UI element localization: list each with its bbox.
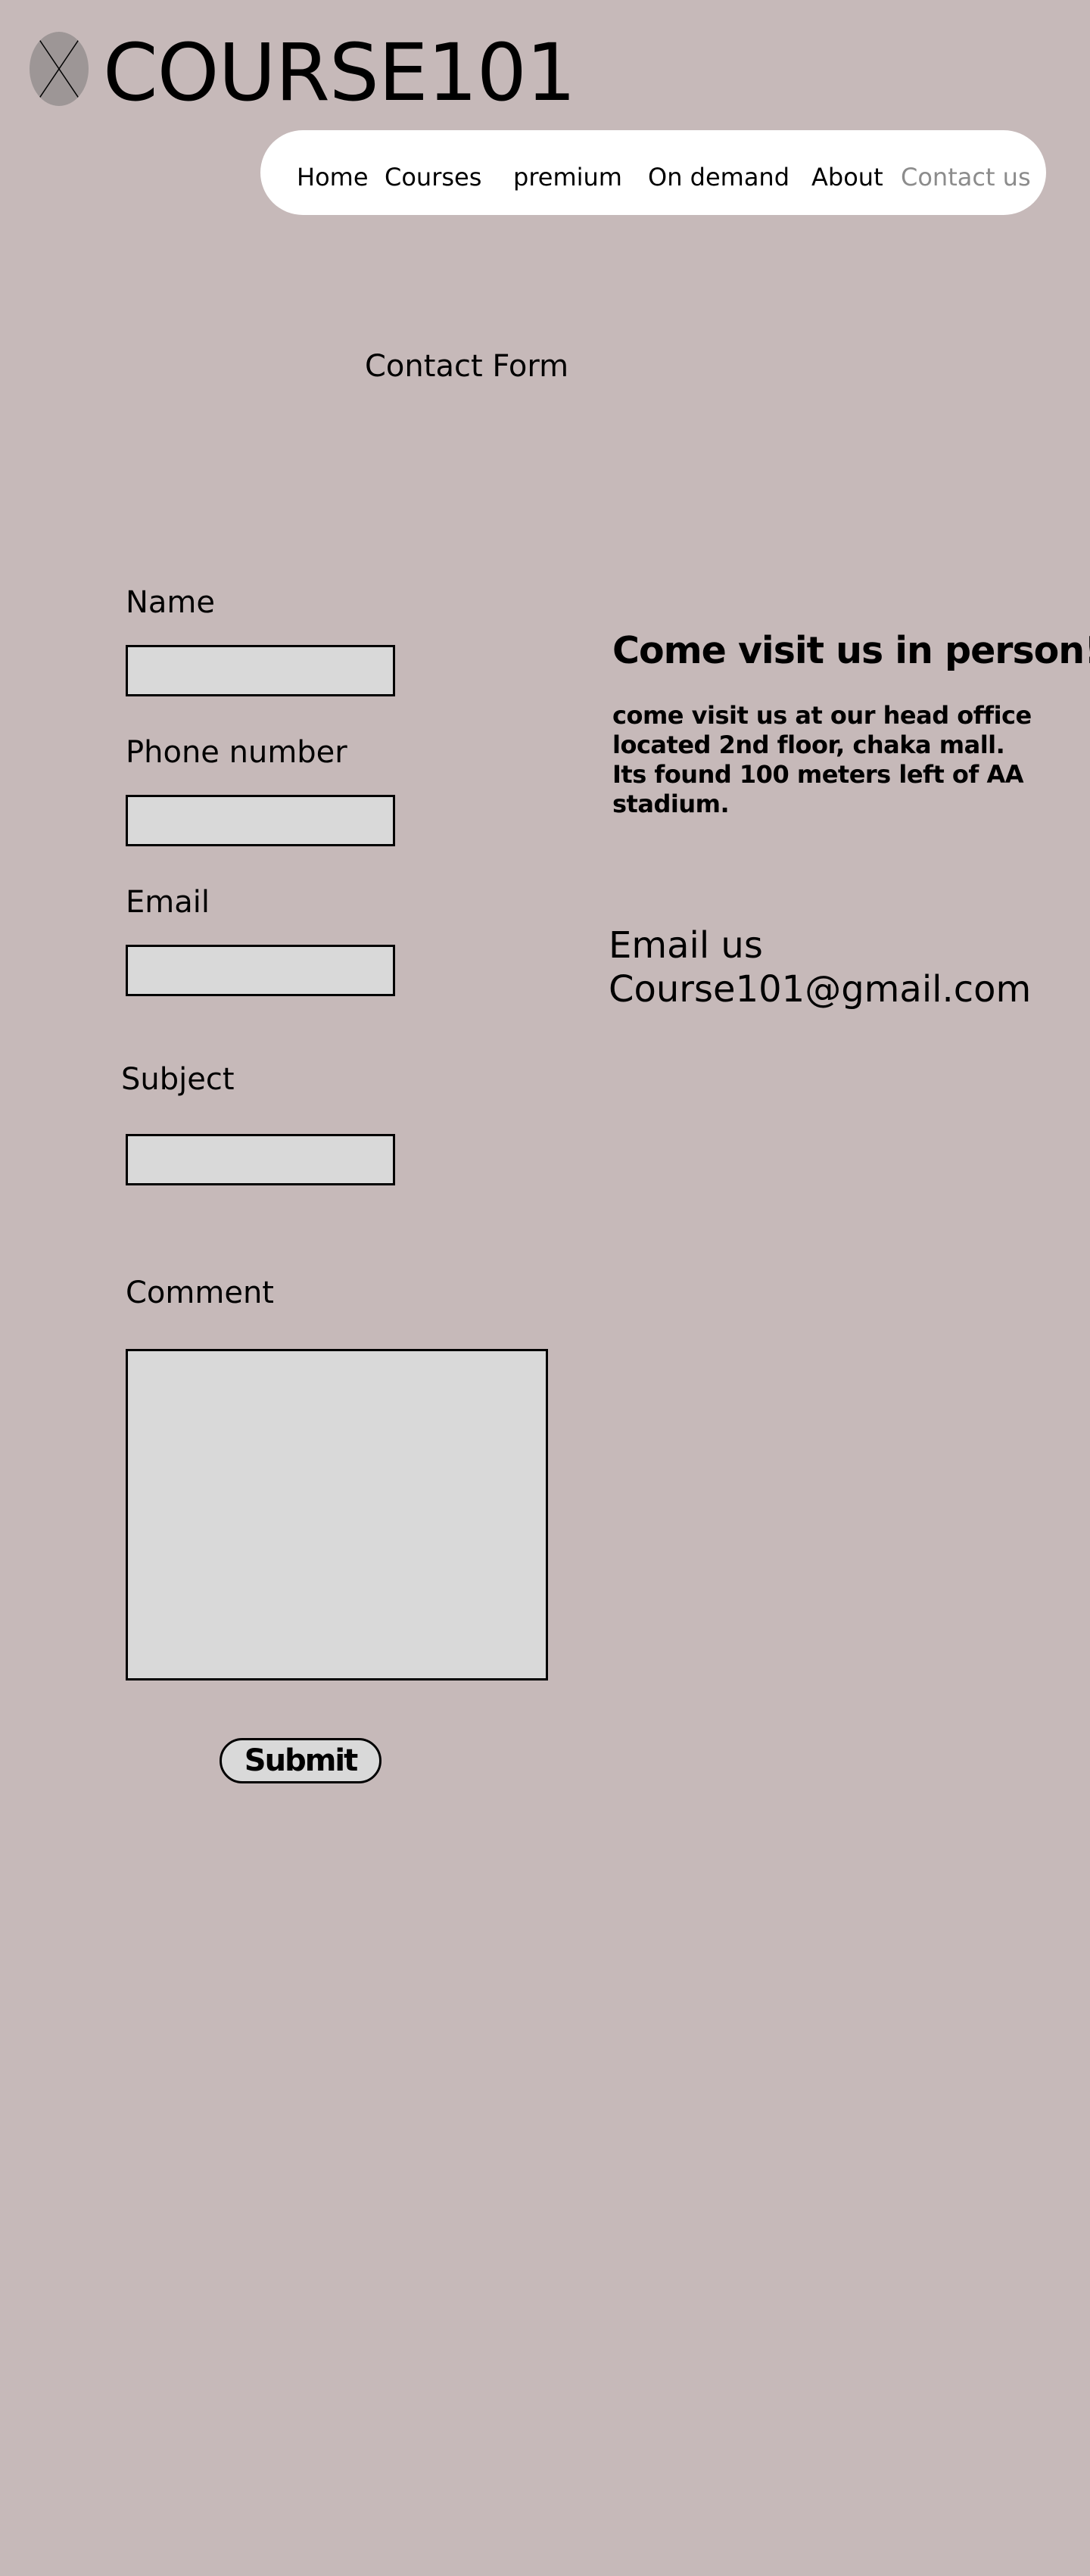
nav-item-home[interactable]: Home: [297, 162, 369, 192]
email-input[interactable]: [126, 945, 395, 996]
phone-number-input[interactable]: [126, 795, 395, 846]
email-address[interactable]: Course101@gmail.com: [609, 967, 1031, 1011]
comment-textarea[interactable]: [126, 1349, 548, 1680]
contact-form-heading: Contact Form: [365, 349, 569, 384]
name-input[interactable]: [126, 645, 395, 696]
subject-input[interactable]: [126, 1134, 395, 1185]
site-title: COURSE101: [103, 26, 576, 119]
email-label: Email: [126, 885, 210, 920]
phone-number-label: Phone number: [126, 735, 347, 770]
logo-placeholder-icon: [30, 32, 89, 106]
submit-button[interactable]: Submit: [220, 1738, 382, 1783]
nav-item-premium[interactable]: premium: [513, 162, 622, 192]
nav-item-on-demand[interactable]: On demand: [648, 162, 789, 192]
nav-item-about[interactable]: About: [811, 162, 883, 192]
nav-item-contact-us[interactable]: Contact us: [901, 162, 1031, 192]
email-us-label: Email us: [609, 924, 763, 967]
placeholder-x-icon: [36, 36, 82, 102]
name-label: Name: [126, 585, 216, 620]
comment-label: Comment: [126, 1276, 274, 1310]
visit-us-title: Come visit us in person!: [612, 629, 1090, 672]
nav-item-courses[interactable]: Courses: [385, 162, 481, 192]
main-nav: Home Courses premium On demand About Con…: [260, 130, 1046, 215]
visit-us-text: come visit us at our head office located…: [612, 701, 1032, 818]
subject-label: Subject: [121, 1062, 235, 1097]
